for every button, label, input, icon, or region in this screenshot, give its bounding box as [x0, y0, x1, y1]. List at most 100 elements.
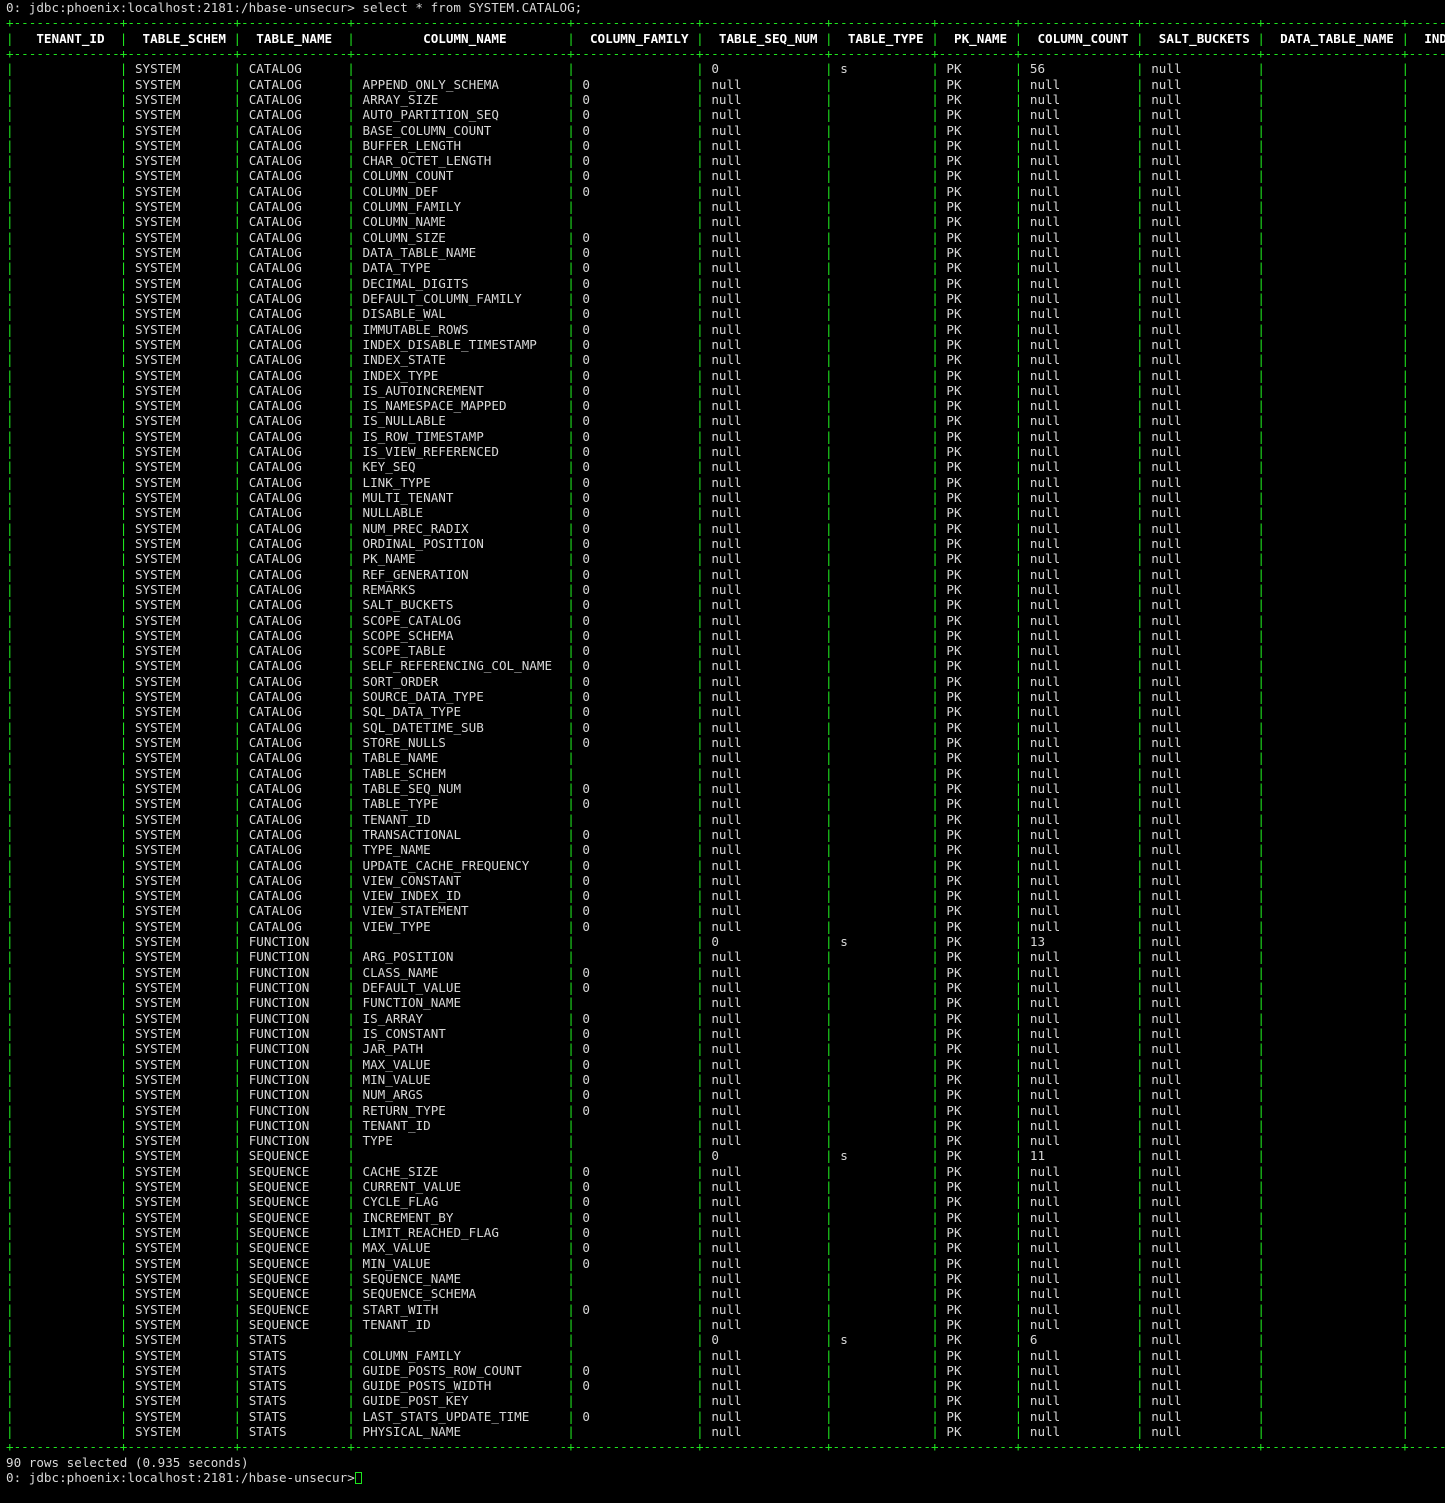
table-row: | | SYSTEM | CATALOG | IMMUTABLE_ROWS | … [6, 321, 1410, 337]
final-prompt-text: 0: jdbc:phoenix:localhost:2181:/hbase-un… [6, 1470, 355, 1485]
table-row: | | SYSTEM | CATALOG | INDEX_TYPE | 0 | … [6, 367, 1410, 383]
table-row: | | SYSTEM | FUNCTION | JAR_PATH | 0 | n… [6, 1041, 1410, 1057]
table-row: | | SYSTEM | SEQUENCE | CURRENT_VALUE | … [6, 1179, 1410, 1195]
table-row: | | SYSTEM | CATALOG | INDEX_DISABLE_TIM… [6, 336, 1410, 352]
table-row: | | SYSTEM | CATALOG | APPEND_ONLY_SCHEM… [6, 76, 1410, 92]
table-row: | | SYSTEM | STATS | GUIDE_POSTS_WIDTH |… [6, 1378, 1410, 1394]
table-row: | | SYSTEM | CATALOG | REMARKS | 0 | nul… [6, 581, 1410, 597]
table-row: | | SYSTEM | CATALOG | SCOPE_CATALOG | 0… [6, 612, 1410, 628]
table-row: | | SYSTEM | CATALOG | COLUMN_SIZE | 0 |… [6, 229, 1410, 245]
table-row: | | SYSTEM | CATALOG | TABLE_NAME | | nu… [6, 750, 1410, 766]
table-row: | | SYSTEM | CATALOG | SORT_ORDER | 0 | … [6, 673, 1410, 689]
table-row: | | SYSTEM | SEQUENCE | INCREMENT_BY | 0… [6, 1209, 1410, 1225]
table-row: | | SYSTEM | FUNCTION | TYPE | | null | … [6, 1133, 1410, 1149]
result-status: 90 rows selected (0.935 seconds) [6, 1454, 249, 1470]
table-row: | | SYSTEM | CATALOG | ORDINAL_POSITION … [6, 535, 1410, 551]
table-row: | | SYSTEM | STATS | | | 0 | s | PK | 6 … [6, 1332, 1410, 1348]
table-row: | | SYSTEM | CATALOG | COLUMN_FAMILY | |… [6, 199, 1410, 215]
table-row: | | SYSTEM | CATALOG | VIEW_STATEMENT | … [6, 903, 1410, 919]
table-row: | | SYSTEM | STATS | LAST_STATS_UPDATE_T… [6, 1408, 1410, 1424]
table-row: | | SYSTEM | STATS | COLUMN_FAMILY | | n… [6, 1347, 1410, 1363]
table-header-row: | TENANT_ID | TABLE_SCHEM | TABLE_NAME |… [6, 30, 1445, 46]
table-row: | | SYSTEM | FUNCTION | | | 0 | s | PK |… [6, 934, 1410, 950]
table-row: | | SYSTEM | SEQUENCE | | | 0 | s | PK |… [6, 1148, 1410, 1164]
table-row: | | SYSTEM | SEQUENCE | START_WITH | 0 |… [6, 1301, 1410, 1317]
table-row: | | SYSTEM | CATALOG | SCOPE_SCHEMA | 0 … [6, 627, 1410, 643]
table-row: | | SYSTEM | SEQUENCE | TENANT_ID | | nu… [6, 1316, 1410, 1332]
table-row: | | SYSTEM | CATALOG | TABLE_SCHEM | | n… [6, 765, 1410, 781]
table-row: | | SYSTEM | CATALOG | CHAR_OCTET_LENGTH… [6, 153, 1410, 169]
table-row: | | SYSTEM | CATALOG | IS_AUTOINCREMENT … [6, 382, 1410, 398]
table-row: | | SYSTEM | CATALOG | AUTO_PARTITION_SE… [6, 107, 1410, 123]
table-row: | | SYSTEM | CATALOG | DISABLE_WAL | 0 |… [6, 306, 1410, 322]
table-row: | | SYSTEM | CATALOG | UPDATE_CACHE_FREQ… [6, 857, 1410, 873]
table-row: | | SYSTEM | FUNCTION | DEFAULT_VALUE | … [6, 980, 1410, 995]
table-row: | | SYSTEM | FUNCTION | ARG_POSITION | |… [6, 949, 1410, 965]
table-row: | | SYSTEM | CATALOG | BUFFER_LENGTH | 0… [6, 137, 1410, 153]
table-row: | | SYSTEM | CATALOG | PK_NAME | 0 | nul… [6, 551, 1410, 567]
table-row: | | SYSTEM | FUNCTION | MAX_VALUE | 0 | … [6, 1056, 1410, 1072]
terminal-window[interactable]: 0: jdbc:phoenix:localhost:2181:/hbase-un… [0, 0, 1445, 1503]
table-row: | | SYSTEM | CATALOG | STORE_NULLS | 0 |… [6, 735, 1410, 750]
table-row: | | SYSTEM | CATALOG | TENANT_ID | | nul… [6, 811, 1410, 827]
table-row: | | SYSTEM | FUNCTION | MIN_VALUE | 0 | … [6, 1071, 1410, 1087]
table-row: | | SYSTEM | CATALOG | SCOPE_TABLE | 0 |… [6, 643, 1410, 659]
table-row: | | SYSTEM | SEQUENCE | SEQUENCE_NAME | … [6, 1270, 1410, 1286]
table-row: | | SYSTEM | SEQUENCE | MIN_VALUE | 0 | … [6, 1255, 1410, 1271]
table-row: | | SYSTEM | SEQUENCE | CACHE_SIZE | 0 |… [6, 1163, 1410, 1179]
table-row: | | SYSTEM | CATALOG | ARRAY_SIZE | 0 | … [6, 91, 1410, 107]
table-row: | | SYSTEM | CATALOG | DATA_TABLE_NAME |… [6, 245, 1410, 260]
table-row: | | SYSTEM | FUNCTION | NUM_ARGS | 0 | n… [6, 1087, 1410, 1103]
table-row: | | SYSTEM | CATALOG | IS_NULLABLE | 0 |… [6, 413, 1410, 429]
table-row: | | SYSTEM | CATALOG | IS_VIEW_REFERENCE… [6, 444, 1410, 460]
table-row: | | SYSTEM | CATALOG | SALT_BUCKETS | 0 … [6, 597, 1410, 613]
table-row: | | SYSTEM | CATALOG | MULTI_TENANT | 0 … [6, 490, 1410, 505]
table-row: | | SYSTEM | CATALOG | TYPE_NAME | 0 | n… [6, 842, 1410, 858]
table-row: | | SYSTEM | SEQUENCE | LIMIT_REACHED_FL… [6, 1225, 1410, 1240]
command-line: 0: jdbc:phoenix:localhost:2181:/hbase-un… [6, 0, 583, 15]
table-row: | | SYSTEM | CATALOG | DEFAULT_COLUMN_FA… [6, 290, 1410, 306]
table-body: | | SYSTEM | CATALOG | | | 0 | s | PK | … [0, 61, 1445, 1439]
table-bottom-rule: +--------------+--------------+---------… [6, 1439, 1445, 1455]
table-header-rule: +--------------+--------------+---------… [6, 45, 1445, 61]
table-row: | | SYSTEM | CATALOG | SQL_DATA_TYPE | 0… [6, 704, 1410, 720]
table-row: | | SYSTEM | CATALOG | SQL_DATETIME_SUB … [6, 719, 1410, 735]
table-row: | | SYSTEM | FUNCTION | FUNCTION_NAME | … [6, 995, 1410, 1011]
table-row: | | SYSTEM | CATALOG | | | 0 | s | PK | … [6, 61, 1410, 77]
table-row: | | SYSTEM | CATALOG | TABLE_SEQ_NUM | 0… [6, 780, 1410, 796]
table-row: | | SYSTEM | FUNCTION | IS_ARRAY | 0 | n… [6, 1010, 1410, 1026]
table-row: | | SYSTEM | CATALOG | SELF_REFERENCING_… [6, 658, 1410, 674]
table-row: | | SYSTEM | CATALOG | INDEX_STATE | 0 |… [6, 352, 1410, 368]
table-row: | | SYSTEM | CATALOG | LINK_TYPE | 0 | n… [6, 474, 1410, 490]
table-row: | | SYSTEM | CATALOG | IS_ROW_TIMESTAMP … [6, 428, 1410, 444]
table-row: | | SYSTEM | CATALOG | DATA_TYPE | 0 | n… [6, 260, 1410, 276]
table-row: | | SYSTEM | CATALOG | REF_GENERATION | … [6, 566, 1410, 582]
table-row: | | SYSTEM | CATALOG | VIEW_TYPE | 0 | n… [6, 918, 1410, 934]
table-row: | | SYSTEM | CATALOG | COLUMN_COUNT | 0 … [6, 168, 1410, 184]
table-row: | | SYSTEM | CATALOG | IS_NAMESPACE_MAPP… [6, 398, 1410, 414]
table-row: | | SYSTEM | FUNCTION | TENANT_ID | | nu… [6, 1117, 1410, 1133]
table-row: | | SYSTEM | CATALOG | COLUMN_NAME | | n… [6, 214, 1410, 230]
table-row: | | SYSTEM | STATS | GUIDE_POST_KEY | | … [6, 1393, 1410, 1409]
block-cursor-icon [354, 1472, 363, 1484]
table-row: | | SYSTEM | CATALOG | VIEW_CONSTANT | 0… [6, 872, 1410, 888]
table-row: | | SYSTEM | CATALOG | BASE_COLUMN_COUNT… [6, 122, 1410, 138]
table-row: | | SYSTEM | FUNCTION | RETURN_TYPE | 0 … [6, 1102, 1410, 1118]
table-row: | | SYSTEM | CATALOG | COLUMN_DEF | 0 | … [6, 183, 1410, 199]
table-row: | | SYSTEM | CATALOG | NULLABLE | 0 | nu… [6, 505, 1410, 521]
table-row: | | SYSTEM | CATALOG | TABLE_TYPE | 0 | … [6, 796, 1410, 812]
table-row: | | SYSTEM | FUNCTION | IS_CONSTANT | 0 … [6, 1025, 1410, 1041]
table-row: | | SYSTEM | SEQUENCE | CYCLE_FLAG | 0 |… [6, 1194, 1410, 1210]
table-row: | | SYSTEM | CATALOG | KEY_SEQ | 0 | nul… [6, 459, 1410, 475]
table-row: | | SYSTEM | SEQUENCE | MAX_VALUE | 0 | … [6, 1240, 1410, 1256]
table-row: | | SYSTEM | CATALOG | NUM_PREC_RADIX | … [6, 520, 1410, 536]
table-row: | | SYSTEM | FUNCTION | CLASS_NAME | 0 |… [6, 964, 1410, 980]
table-row: | | SYSTEM | CATALOG | SOURCE_DATA_TYPE … [6, 689, 1410, 705]
table-row: | | SYSTEM | SEQUENCE | SEQUENCE_SCHEMA … [6, 1286, 1410, 1302]
table-row: | | SYSTEM | STATS | GUIDE_POSTS_ROW_COU… [6, 1362, 1410, 1378]
table-row: | | SYSTEM | CATALOG | VIEW_INDEX_ID | 0… [6, 888, 1410, 904]
table-row: | | SYSTEM | STATS | PHYSICAL_NAME | | n… [6, 1424, 1410, 1440]
table-row: | | SYSTEM | CATALOG | TRANSACTIONAL | 0… [6, 826, 1410, 842]
final-prompt-line: 0: jdbc:phoenix:localhost:2181:/hbase-un… [0, 1470, 1445, 1485]
table-top-rule: +--------------+--------------+---------… [6, 15, 1445, 31]
